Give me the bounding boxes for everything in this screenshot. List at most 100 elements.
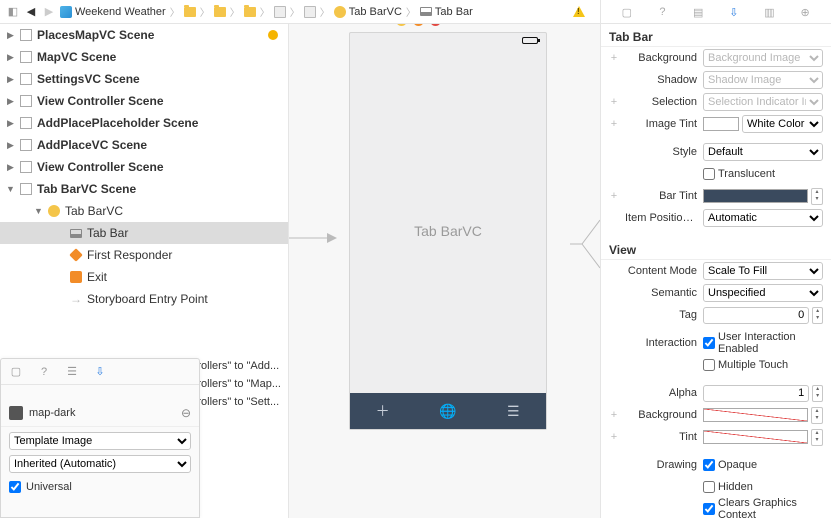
outline-item[interactable]: First Responder: [0, 244, 288, 266]
outline-scene[interactable]: ▶MapVC Scene: [0, 46, 288, 68]
chevron-icon: 〉: [170, 4, 180, 19]
tag-input[interactable]: [703, 307, 809, 324]
color-stepper[interactable]: ▴▾: [811, 188, 823, 205]
chevron-icon: 〉: [290, 4, 300, 19]
connections-inspector-tab[interactable]: ⊕: [797, 4, 813, 20]
scene-dot-icon[interactable]: [396, 24, 407, 26]
bar-tint-colorwell[interactable]: [703, 189, 808, 203]
file-tab-icon[interactable]: ▢: [9, 365, 23, 379]
help-tab-icon[interactable]: ?: [37, 365, 51, 379]
hidden-label: Hidden: [718, 481, 753, 493]
color-stepper[interactable]: ▴▾: [811, 429, 823, 446]
multitouch-checkbox[interactable]: [703, 359, 715, 371]
outline-scene-label: AddPlacePlaceholder Scene: [37, 116, 198, 130]
outline-scene[interactable]: ▶PlacesMapVC Scene: [0, 24, 288, 46]
outline-item[interactable]: Tab Bar: [0, 222, 288, 244]
segue-hints: rollers" to "Add... rollers" to "Map... …: [197, 357, 281, 411]
shadow-image-select[interactable]: Shadow Image: [703, 71, 823, 89]
hidden-checkbox[interactable]: [703, 481, 715, 493]
outline-scene-open[interactable]: ▼ Tab BarVC Scene: [0, 178, 288, 200]
item-positioning-select[interactable]: Automatic: [703, 209, 823, 227]
scene-dot-icon[interactable]: →: [430, 24, 441, 26]
delete-icon[interactable]: ⊖: [181, 406, 191, 420]
simulated-device[interactable]: → Tab BarVC ＋ 🌐 ☰: [349, 32, 547, 430]
nav-forward-button[interactable]: ▶: [42, 5, 56, 19]
outline-scene[interactable]: ▶AddPlacePlaceholder Scene: [0, 112, 288, 134]
outline-item[interactable]: ▼Tab BarVC: [0, 200, 288, 222]
media-thumb: [9, 406, 23, 420]
outline-scene[interactable]: ▶SettingsVC Scene: [0, 68, 288, 90]
file-inspector-tab[interactable]: ▢: [619, 4, 635, 20]
tint-colorwell[interactable]: [703, 430, 808, 444]
storyboard-scene-icon[interactable]: [304, 6, 316, 18]
attributes-inspector-tab[interactable]: ⇩: [726, 4, 742, 20]
swift-icon: [60, 6, 72, 18]
alpha-input[interactable]: [703, 385, 809, 402]
chevron-icon: 〉: [200, 4, 210, 19]
size-inspector-tab[interactable]: ▥: [761, 4, 777, 20]
alpha-stepper[interactable]: ▴▾: [812, 385, 823, 402]
opaque-checkbox[interactable]: [703, 459, 715, 471]
tag-stepper[interactable]: ▴▾: [812, 307, 823, 324]
outline-item[interactable]: Exit: [0, 266, 288, 288]
prop-label: Background: [625, 409, 697, 421]
history-tab-icon[interactable]: ☰: [65, 365, 79, 379]
image-tab-icon[interactable]: ⇩: [93, 365, 107, 379]
folder-icon[interactable]: [244, 7, 256, 17]
folder-icon[interactable]: [184, 7, 196, 17]
media-library-panel: ▢ ? ☰ ⇩ map-dark ⊖ Template Image Inheri…: [0, 358, 200, 518]
scene-icon: [20, 117, 32, 129]
storyboard-icon[interactable]: [274, 6, 286, 18]
background-colorwell[interactable]: [703, 408, 808, 422]
outline-scene[interactable]: ▶AddPlaceVC Scene: [0, 134, 288, 156]
uie-label: User Interaction Enabled: [718, 331, 823, 355]
render-as-select[interactable]: Template Image: [9, 432, 191, 450]
tabbar-icon: [70, 229, 82, 238]
outline-scene-label: AddPlaceVC Scene: [37, 138, 147, 152]
document-outline[interactable]: ▶PlacesMapVC Scene▶MapVC Scene▶SettingsV…: [0, 24, 289, 518]
warning-icon[interactable]: [573, 6, 585, 17]
tabbar-item-globe[interactable]: 🌐: [415, 393, 480, 429]
image-tint-colorwell[interactable]: [703, 117, 739, 131]
folder-icon[interactable]: [214, 7, 226, 17]
tabbar-item-menu[interactable]: ☰: [481, 393, 546, 429]
scene-icon: [20, 29, 32, 41]
help-inspector-tab[interactable]: ?: [654, 4, 670, 20]
content-mode-select[interactable]: Scale To Fill: [703, 262, 823, 280]
clears-checkbox[interactable]: [703, 503, 715, 515]
related-items-icon[interactable]: ◧: [6, 5, 20, 19]
attributes-inspector[interactable]: Tab Bar +Background Background Image Sha…: [600, 24, 831, 518]
semantic-select[interactable]: Unspecified: [703, 284, 823, 302]
translucent-checkbox[interactable]: [703, 168, 715, 180]
prop-label: Content Mode: [625, 265, 697, 277]
nav-back-button[interactable]: ◀: [24, 5, 38, 19]
outline-scene-label: View Controller Scene: [37, 94, 164, 108]
outline-scene[interactable]: ▶View Controller Scene: [0, 156, 288, 178]
first-responder-icon: [69, 248, 83, 262]
uie-checkbox[interactable]: [703, 337, 715, 349]
outline-scene[interactable]: ▶View Controller Scene: [0, 90, 288, 112]
breadcrumb-project[interactable]: Weekend Weather: [60, 6, 166, 18]
appearance-select[interactable]: Inherited (Automatic): [9, 455, 191, 473]
image-tint-select[interactable]: White Color: [742, 115, 823, 133]
background-image-select[interactable]: Background Image: [703, 49, 823, 67]
selection-image-select[interactable]: Selection Indicator Image: [703, 93, 823, 111]
segue-text: rollers" to "Map...: [197, 375, 281, 393]
universal-checkbox-row[interactable]: Universal: [1, 478, 199, 496]
breadcrumb-tabvc[interactable]: Tab BarVC: [334, 6, 402, 18]
storyboard-canvas[interactable]: → Tab BarVC ＋ 🌐 ☰: [289, 24, 600, 518]
media-lib-tabs: ▢ ? ☰ ⇩: [1, 359, 199, 385]
breadcrumb-tabbar[interactable]: Tab Bar: [420, 6, 473, 18]
prop-label: Semantic: [625, 287, 697, 299]
simulated-tabbar[interactable]: ＋ 🌐 ☰: [350, 393, 546, 429]
outline-item[interactable]: →Storyboard Entry Point: [0, 288, 288, 310]
color-stepper[interactable]: ▴▾: [811, 407, 823, 424]
scene-dot-icon[interactable]: [413, 24, 424, 26]
identity-inspector-tab[interactable]: ▤: [690, 4, 706, 20]
style-select[interactable]: Default: [703, 143, 823, 161]
media-item-row[interactable]: map-dark ⊖: [1, 399, 199, 427]
outline-scene-label: MapVC Scene: [37, 50, 116, 64]
tabbar-icon: [420, 7, 432, 16]
tabbar-item-add[interactable]: ＋: [350, 393, 415, 429]
universal-checkbox[interactable]: [9, 481, 21, 493]
